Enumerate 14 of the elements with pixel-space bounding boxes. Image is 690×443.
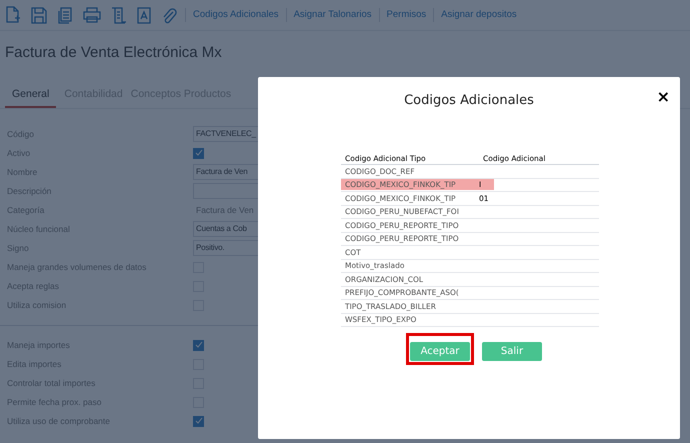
scroll-icon[interactable]: [111, 6, 127, 24]
checkbox[interactable]: [193, 148, 204, 158]
print-icon[interactable]: [83, 7, 101, 23]
input-field[interactable]: [193, 183, 258, 199]
dialog-title: Codigos Adicionales: [403, 92, 535, 110]
page-title: Factura de Venta Electrónica Mx: [4, 43, 223, 63]
new-document-icon[interactable]: [5, 6, 21, 24]
save-icon[interactable]: [31, 6, 47, 24]
close-button[interactable]: ×: [656, 85, 670, 109]
copy-icon[interactable]: [57, 6, 73, 24]
paperclip-icon[interactable]: [161, 6, 177, 24]
checkbox[interactable]: [193, 416, 204, 426]
checkbox[interactable]: [193, 340, 204, 350]
document-letter-icon[interactable]: [137, 6, 151, 24]
